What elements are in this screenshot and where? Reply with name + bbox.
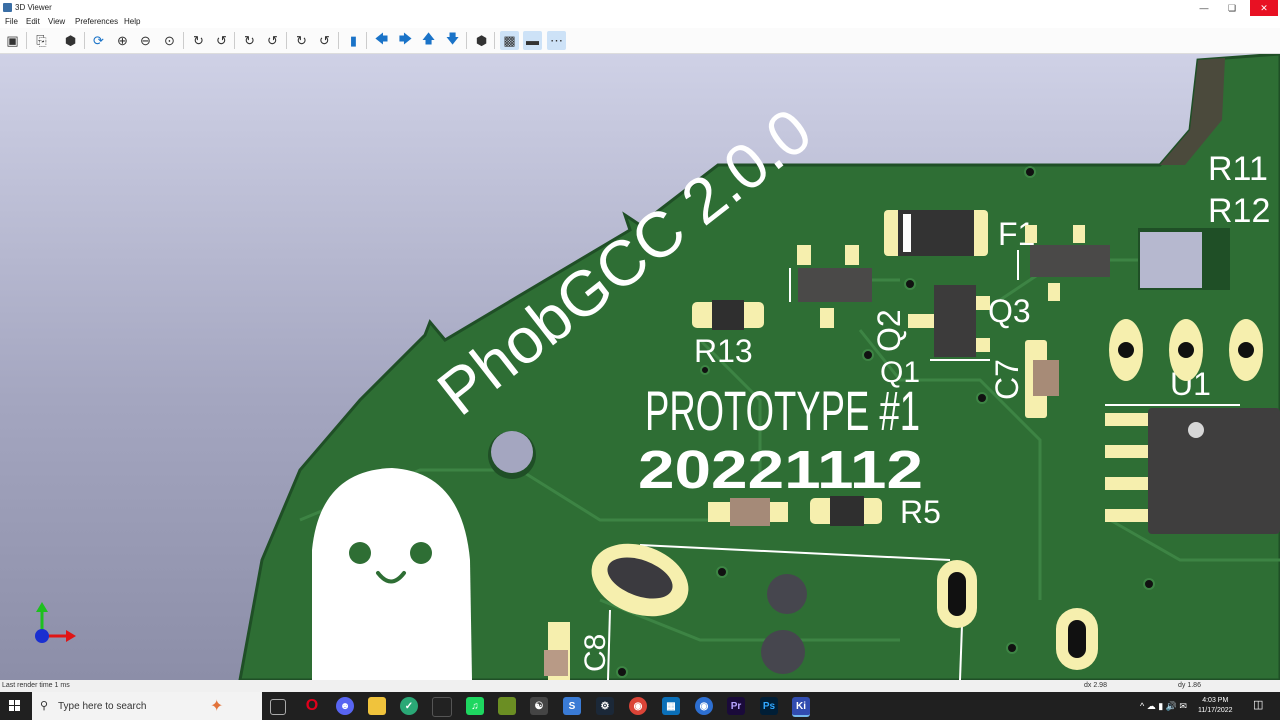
status-bar: Last render time 1 ms dx 2.98 dy 1.86	[0, 680, 1280, 692]
app-blue-icon[interactable]: S	[563, 697, 581, 715]
pan-left-icon[interactable]: 🡄	[372, 31, 391, 50]
app-icon	[3, 3, 12, 12]
header-pads	[1109, 319, 1263, 381]
kicad-icon[interactable]: Ki	[792, 697, 810, 717]
search-icon: ⚲	[40, 700, 49, 712]
board-body-icon[interactable]: ▬	[523, 31, 542, 50]
app-dark-icon[interactable]	[432, 697, 452, 717]
toolbar: ▣ ⎘ ⬢ ⟳ ⊕ ⊖ ⊙ ↻ ↺ ↻ ↺ ↻ ↺ ▮ 🡄 🡆 🡅 🡇 ⬢ ▩ …	[0, 28, 1280, 54]
resistor-r13	[692, 300, 764, 330]
start-button[interactable]	[9, 700, 21, 712]
refdes-c7: C7	[989, 359, 1025, 400]
minecraft-icon[interactable]	[498, 697, 516, 715]
axis-gizmo-icon	[35, 602, 76, 643]
premiere-icon[interactable]: Pr	[727, 697, 745, 715]
zoom-out-icon[interactable]: ⊖	[136, 31, 155, 50]
render-time-status: Last render time 1 ms	[2, 682, 70, 689]
chrome-icon[interactable]: ◉	[629, 697, 647, 715]
refdes-q1: Q1	[880, 356, 920, 389]
clock-time: 4:03 PM	[1202, 697, 1229, 704]
pan-up-icon[interactable]: 🡅	[419, 31, 438, 50]
rotate-x-cw-icon[interactable]: ↻	[189, 31, 208, 50]
close-button[interactable]: ✕	[1250, 0, 1278, 16]
refdes-c8: C8	[579, 634, 612, 672]
capacitor-mid	[708, 498, 788, 526]
menu-edit[interactable]: Edit	[26, 17, 40, 26]
rotate-x-ccw-icon[interactable]: ↺	[212, 31, 231, 50]
render-options-icon[interactable]: ▣	[3, 31, 22, 50]
body-style-icon[interactable]: ▩	[500, 31, 519, 50]
ortho-toggle-icon[interactable]: ⬢	[472, 31, 491, 50]
menu-file[interactable]: File	[5, 17, 18, 26]
flip-board-icon[interactable]: ▮	[344, 31, 363, 50]
search-placeholder: Type here to search	[58, 701, 147, 712]
refdes-r11: R11	[1208, 150, 1268, 188]
rotate-z-ccw-icon[interactable]: ↺	[315, 31, 334, 50]
3d-viewport[interactable]: PhobGCC 2.0.0 PROTOTYPE #1 20221112 R11 …	[0, 54, 1280, 680]
refdes-r5: R5	[900, 494, 941, 530]
app-ghost-icon[interactable]: ☯	[530, 697, 548, 715]
menu-bar: File Edit View Preferences Help	[0, 16, 1280, 28]
clock[interactable]: 4:03 PM 11/17/2022	[1198, 696, 1233, 716]
menu-view[interactable]: View	[48, 17, 65, 26]
prototype-label: PROTOTYPE #1	[645, 379, 920, 442]
discord-icon[interactable]: ☻	[336, 697, 354, 715]
file-explorer-icon[interactable]	[368, 697, 386, 715]
window-title: 3D Viewer	[15, 3, 52, 12]
raytracing-icon[interactable]: ⬢	[61, 31, 80, 50]
refdes-q3: Q3	[988, 293, 1031, 329]
date-label: 20221112	[638, 440, 923, 500]
refdes-r13: R13	[694, 333, 753, 369]
pan-right-icon[interactable]: 🡆	[396, 31, 415, 50]
app-green-icon[interactable]: ✓	[400, 697, 418, 715]
menu-help[interactable]: Help	[124, 17, 140, 26]
tray-icons[interactable]: ^ ☁ ▮ 🔊 ✉	[1140, 701, 1187, 711]
minimize-button[interactable]: —	[1190, 0, 1218, 16]
photos-icon[interactable]: ▦	[662, 697, 680, 715]
spotify-icon[interactable]: ♫	[466, 697, 484, 715]
resistor-r5	[810, 496, 882, 526]
photoshop-icon[interactable]: Ps	[760, 697, 778, 715]
title-bar: 3D Viewer — ❏ ✕	[0, 0, 1280, 16]
search-highlight-icon: ✦	[210, 698, 224, 715]
dashed-grid-icon[interactable]: ⋯	[547, 31, 566, 50]
taskbar: ⚲ Type here to search ✦ O ☻ ✓ ♫ ☯ S ⚙ ◉ …	[0, 692, 1280, 720]
refdes-r12: R12	[1208, 192, 1270, 230]
clock-date: 11/17/2022	[1198, 707, 1233, 714]
dy-readout: dy 1.86	[1178, 682, 1201, 689]
task-view-icon[interactable]	[270, 699, 286, 715]
menu-preferences[interactable]: Preferences	[75, 17, 118, 26]
rotate-y-cw-icon[interactable]: ↻	[240, 31, 259, 50]
pcb-render: PhobGCC 2.0.0 PROTOTYPE #1 20221112 R11 …	[238, 54, 1280, 680]
ghost-logo	[312, 468, 472, 680]
reload-icon[interactable]: ⟳	[89, 31, 108, 50]
rotate-y-ccw-icon[interactable]: ↺	[263, 31, 282, 50]
dx-readout: dx 2.98	[1084, 682, 1107, 689]
steam-icon[interactable]: ⚙	[596, 697, 614, 715]
notifications-icon[interactable]: ◫	[1253, 700, 1263, 711]
zoom-in-icon[interactable]: ⊕	[113, 31, 132, 50]
taskbar-search[interactable]: ⚲ Type here to search ✦	[32, 692, 262, 720]
opera-icon[interactable]: O	[303, 697, 321, 715]
maximize-button[interactable]: ❏	[1218, 0, 1246, 16]
copy-image-icon[interactable]: ⎘	[32, 31, 51, 50]
refdes-q2: Q2	[871, 309, 907, 352]
rotate-z-cw-icon[interactable]: ↻	[292, 31, 311, 50]
fuse-f1	[884, 210, 988, 256]
zoom-fit-icon[interactable]: ⊙	[160, 31, 179, 50]
app-circle-icon[interactable]: ◉	[695, 697, 713, 715]
pan-down-icon[interactable]: 🡇	[443, 31, 462, 50]
